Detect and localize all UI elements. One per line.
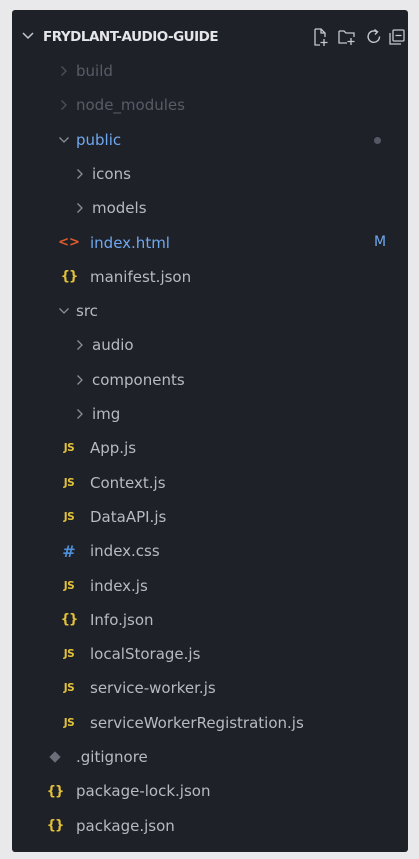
tree-item-label: icons: [92, 164, 131, 183]
chevron-down-icon[interactable]: [58, 304, 70, 318]
refresh-icon: [367, 28, 381, 43]
tree-item-label: package.json: [76, 816, 175, 835]
modified-indicator-dot: [374, 136, 381, 144]
tree-item-label: node_modules: [76, 96, 185, 115]
explorer-header[interactable]: FRYDLANT-AUDIO-GUIDE: [12, 22, 408, 52]
tree-item-label: localStorage.js: [90, 645, 201, 664]
tree-item-label: models: [92, 199, 147, 218]
javascript-file-icon: JS: [63, 476, 75, 489]
file-manifest-json[interactable]: {} manifest.json: [12, 260, 408, 294]
file-service-worker-js[interactable]: JS service-worker.js: [12, 671, 408, 705]
folder-icons[interactable]: icons: [12, 157, 408, 191]
file-localstorage-js[interactable]: JS localStorage.js: [12, 637, 408, 671]
file-package-lock-json[interactable]: {} package-lock.json: [12, 774, 408, 808]
json-file-icon: {}: [46, 783, 65, 799]
chevron-right-icon[interactable]: [58, 98, 70, 112]
tree-item-label: index.css: [90, 542, 160, 561]
folder-public[interactable]: public: [12, 123, 408, 157]
tree-item-label: components: [92, 370, 185, 389]
tree-item-label: index.js: [90, 576, 148, 595]
json-file-icon: {}: [60, 612, 79, 628]
chevron-right-icon[interactable]: [74, 407, 86, 421]
tree-item-label: src: [76, 302, 98, 321]
folder-src[interactable]: src: [12, 294, 408, 328]
tree-item-label: service-worker.js: [90, 679, 216, 698]
folder-components[interactable]: components: [12, 363, 408, 397]
json-file-icon: {}: [46, 818, 65, 834]
tree-item-label: img: [92, 405, 121, 423]
file-package-json[interactable]: {} package.json: [12, 809, 408, 843]
file-index-css[interactable]: # index.css: [12, 534, 408, 568]
tree-item-label: App.js: [90, 439, 137, 458]
tree-item-label: build: [76, 62, 113, 80]
javascript-file-icon: JS: [63, 682, 75, 695]
tree-item-label: manifest.json: [90, 267, 192, 286]
tree-item-label: .gitignore: [76, 748, 148, 766]
folder-img[interactable]: img: [12, 397, 408, 431]
javascript-file-icon: JS: [63, 648, 75, 661]
file-index-html[interactable]: <> index.html M: [12, 226, 408, 260]
folder-build[interactable]: build: [12, 54, 408, 88]
folder-audio[interactable]: audio: [12, 328, 408, 362]
refresh-button[interactable]: [362, 25, 386, 49]
json-file-icon: {}: [60, 269, 79, 285]
new-folder-icon: [338, 30, 355, 45]
file-serviceworkerregistration-js[interactable]: JS serviceWorkerRegistration.js: [12, 706, 408, 740]
tree-item-label: Context.js: [90, 473, 166, 492]
file-explorer-panel: FRYDLANT-AUDIO-GUIDE build node_modules …: [12, 10, 408, 852]
git-modified-badge: M: [374, 233, 387, 250]
javascript-file-icon: JS: [63, 510, 75, 523]
tree-item-label: index.html: [90, 233, 170, 252]
file-info-json[interactable]: {} Info.json: [12, 603, 408, 637]
new-file-button[interactable]: [308, 25, 332, 49]
tree-item-label: audio: [92, 336, 134, 355]
folder-node-modules[interactable]: node_modules: [12, 88, 408, 122]
file-index-js[interactable]: JS index.js: [12, 569, 408, 603]
css-file-icon: #: [62, 541, 76, 561]
tree-item-label: DataAPI.js: [90, 507, 167, 526]
html-file-icon: <>: [58, 235, 80, 250]
chevron-down-icon[interactable]: [20, 27, 36, 45]
tree-item-label: Info.json: [90, 610, 154, 629]
chevron-down-icon[interactable]: [58, 133, 70, 147]
new-file-icon: [314, 28, 328, 46]
chevron-right-icon[interactable]: [74, 338, 86, 352]
tree-item-label: serviceWorkerRegistration.js: [90, 713, 304, 732]
chevron-right-icon[interactable]: [74, 201, 86, 215]
folder-models[interactable]: models: [12, 191, 408, 225]
collapse-all-icon: [389, 29, 405, 45]
collapse-all-button[interactable]: [385, 25, 408, 49]
file-dataapi-js[interactable]: JS DataAPI.js: [12, 500, 408, 534]
tree-item-label: package-lock.json: [76, 782, 211, 801]
chevron-right-icon[interactable]: [58, 64, 70, 78]
file-app-js[interactable]: JS App.js: [12, 431, 408, 465]
javascript-file-icon: JS: [63, 442, 75, 455]
new-folder-button[interactable]: [335, 25, 359, 49]
chevron-right-icon[interactable]: [74, 373, 86, 387]
javascript-file-icon: JS: [63, 716, 75, 729]
javascript-file-icon: JS: [63, 579, 75, 592]
workspace-title[interactable]: FRYDLANT-AUDIO-GUIDE: [43, 29, 219, 45]
file-gitignore[interactable]: .gitignore: [12, 740, 408, 774]
chevron-right-icon[interactable]: [74, 167, 86, 181]
file-context-js[interactable]: JS Context.js: [12, 466, 408, 500]
git-file-icon: [45, 747, 65, 767]
tree-item-label: public: [76, 130, 122, 149]
